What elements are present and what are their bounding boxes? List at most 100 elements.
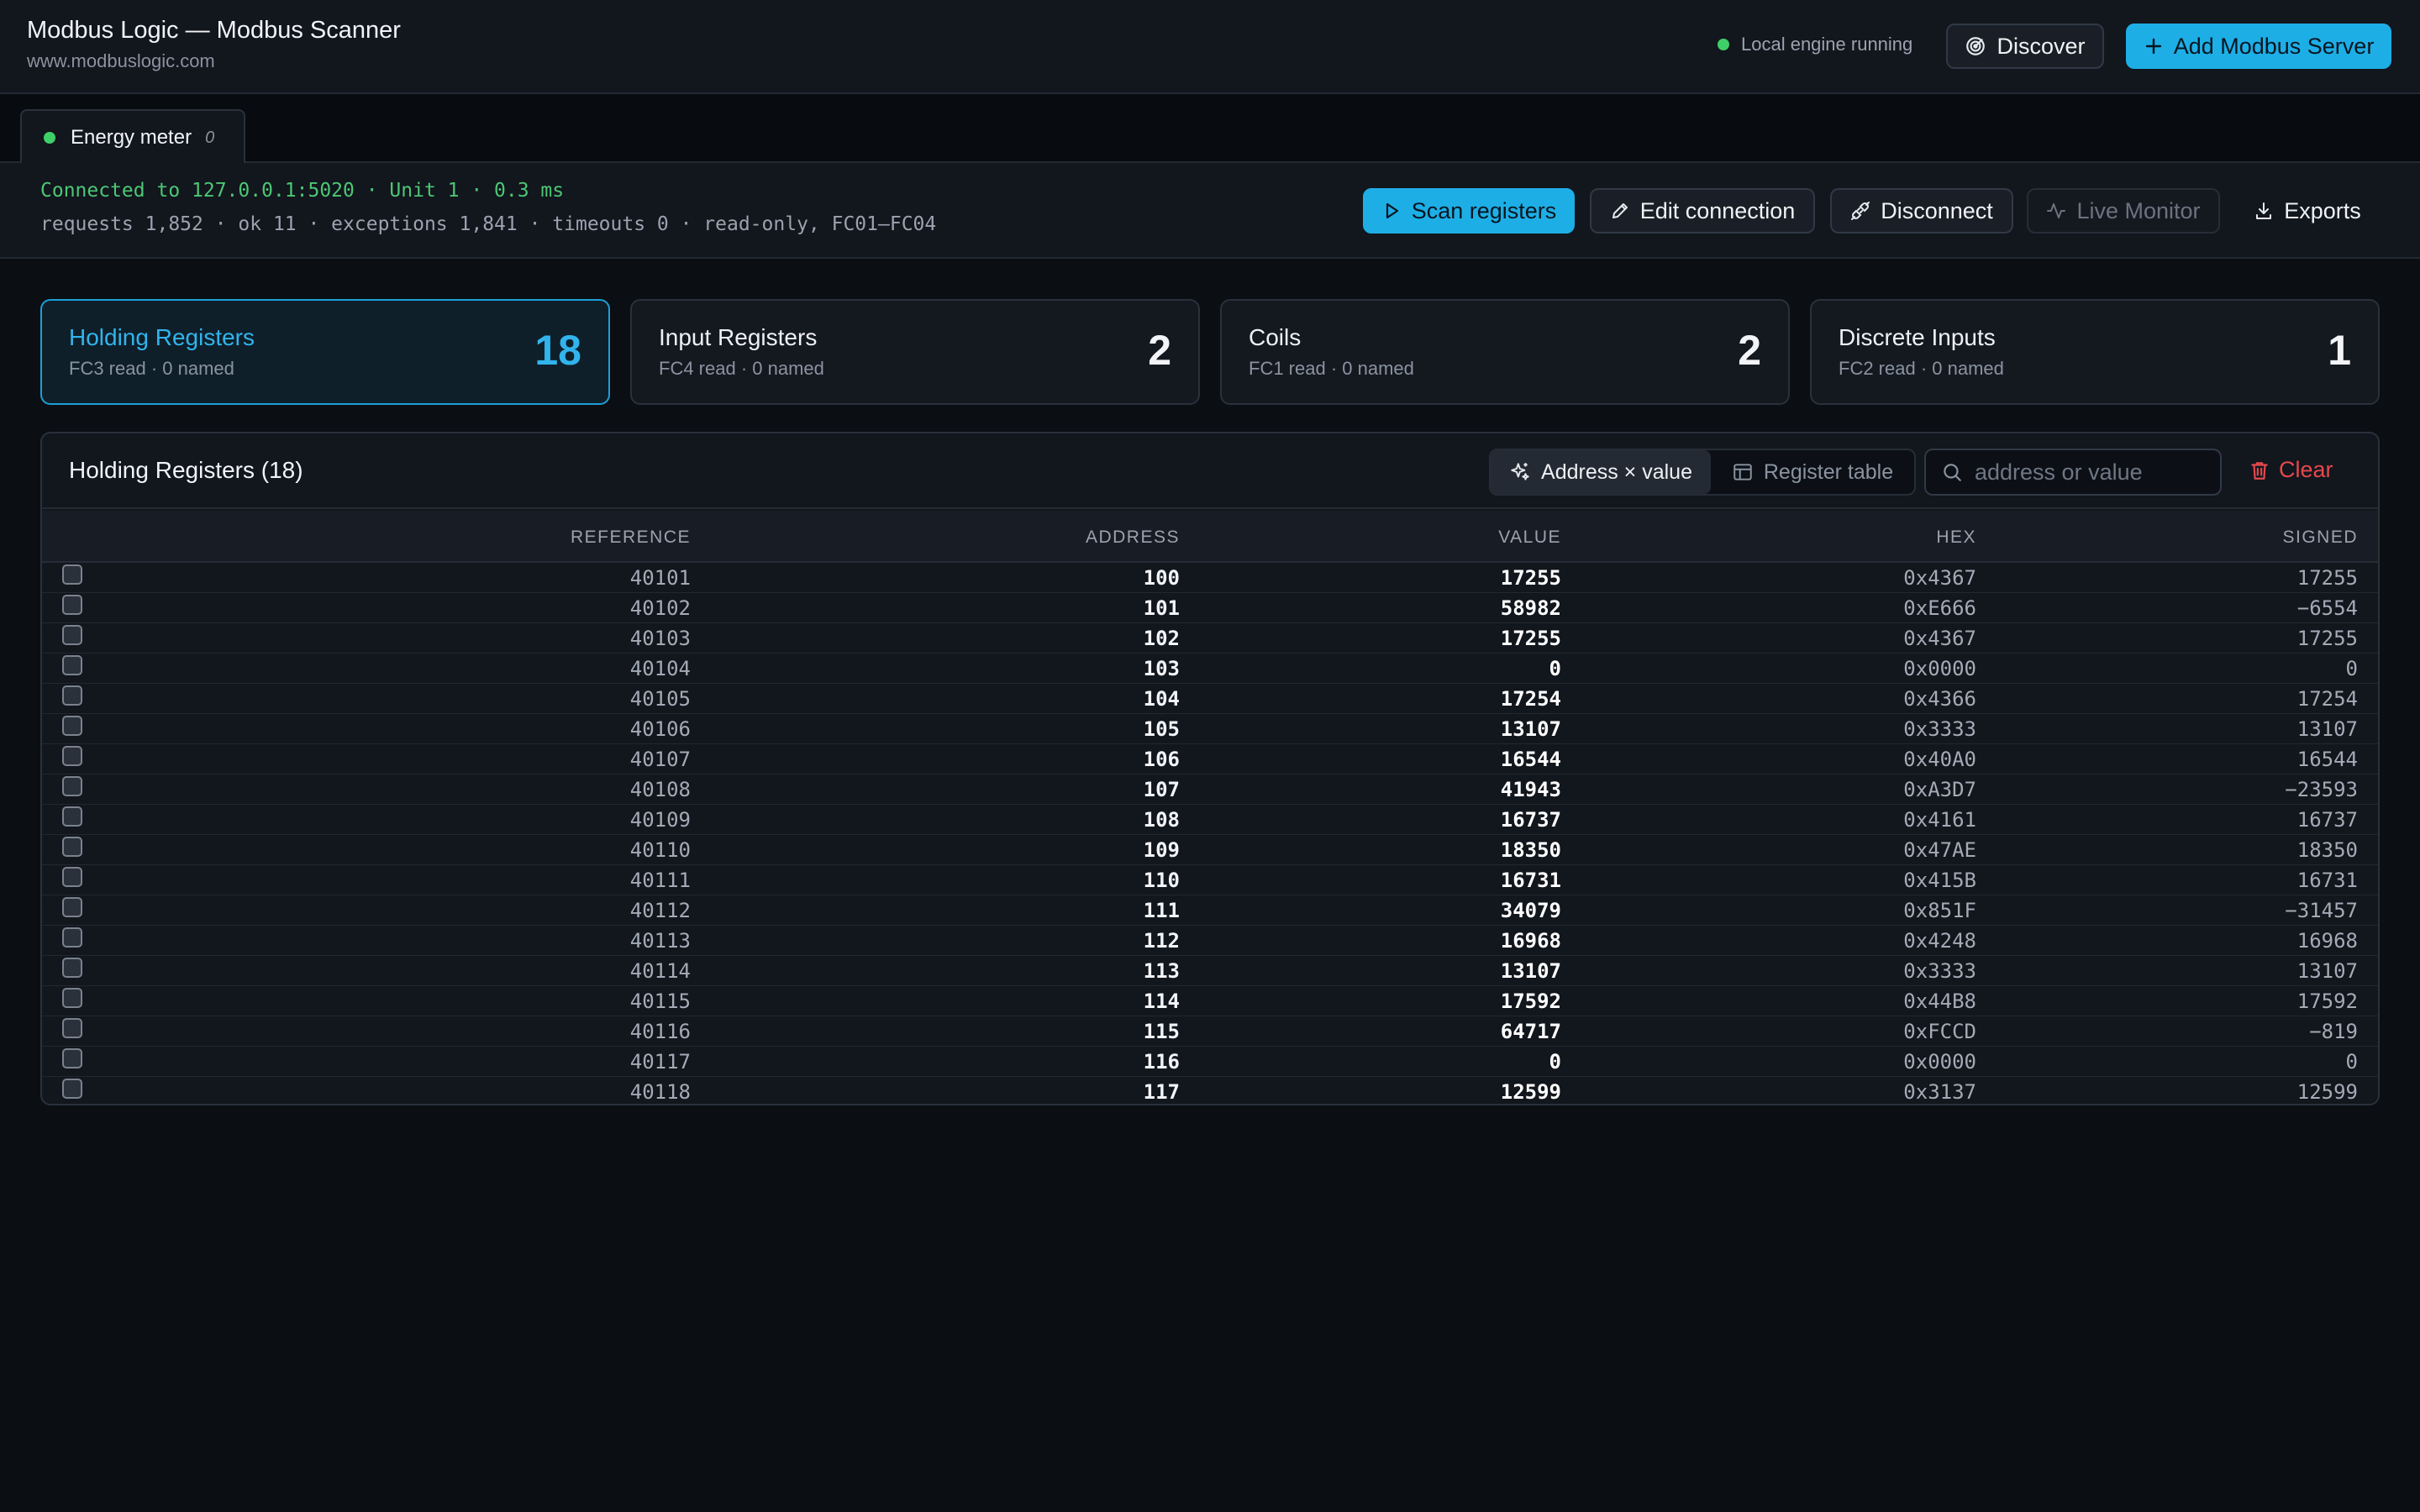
plus-icon: [2145, 38, 2161, 55]
row-checkbox[interactable]: [62, 958, 82, 978]
row-checkbox[interactable]: [62, 927, 82, 948]
row-checkbox[interactable]: [62, 595, 82, 615]
table-row[interactable]: 40107 106 16544 0x40A0 16544: [42, 744, 2378, 774]
discover-label: Discover: [1996, 33, 2086, 59]
add-modbus-server-button[interactable]: Add Modbus Server: [2126, 24, 2391, 69]
row-checkbox[interactable]: [62, 776, 82, 796]
row-checkbox[interactable]: [62, 625, 82, 645]
table-row[interactable]: 40118 117 12599 0x3137 12599: [42, 1077, 2378, 1104]
cell-reference: 40111: [629, 869, 691, 892]
table-row[interactable]: 40111 110 16731 0x415B 16731: [42, 865, 2378, 895]
table-row[interactable]: 40113 112 16968 0x4248 16968: [42, 926, 2378, 956]
exports-label: Exports: [2284, 197, 2361, 223]
card-count: 1: [2328, 327, 2351, 374]
table-row[interactable]: 40105 104 17254 0x4366 17254: [42, 684, 2378, 714]
address-value-view-label: Address × value: [1541, 459, 1692, 484]
edit-connection-button[interactable]: Edit connection: [1590, 188, 1815, 234]
cell-value: 17254: [1500, 687, 1561, 711]
table-row[interactable]: 40114 113 13107 0x3333 13107: [42, 956, 2378, 986]
row-checkbox[interactable]: [62, 685, 82, 706]
exports-button[interactable]: Exports: [2240, 188, 2375, 234]
cell-hex: 0x3137: [1903, 1080, 1976, 1104]
add-server-label: Add Modbus Server: [2173, 33, 2375, 59]
cell-address: 106: [1143, 748, 1180, 771]
cell-reference: 40104: [629, 657, 691, 680]
trash-icon: [2251, 461, 2268, 480]
card-coils[interactable]: Coils FC1 read · 0 named 2: [1220, 299, 1790, 405]
discover-button[interactable]: Discover: [1946, 24, 2104, 69]
cell-reference: 40106: [629, 717, 691, 741]
table-row[interactable]: 40104 103 0 0x0000 0: [42, 654, 2378, 684]
cell-hex: 0x4366: [1903, 687, 1976, 711]
cell-reference: 40115: [629, 990, 691, 1013]
row-checkbox[interactable]: [62, 988, 82, 1008]
card-holding-registers[interactable]: Holding Registers FC3 read · 0 named 18: [40, 299, 610, 405]
row-checkbox[interactable]: [62, 867, 82, 887]
table-row[interactable]: 40101 100 17255 0x4367 17255: [42, 563, 2378, 593]
cell-value: 17592: [1500, 990, 1561, 1013]
row-checkbox[interactable]: [62, 564, 82, 585]
table-row[interactable]: 40108 107 41943 0xA3D7 −23593: [42, 774, 2378, 805]
row-checkbox[interactable]: [62, 655, 82, 675]
column-header-value[interactable]: VALUE: [1498, 528, 1561, 548]
card-discrete-inputs[interactable]: Discrete Inputs FC2 read · 0 named 1: [1810, 299, 2380, 405]
register-table-view-button[interactable]: Register table: [1711, 450, 1914, 494]
tab-energy-meter[interactable]: Energy meter 0: [20, 109, 245, 165]
clear-button[interactable]: Clear: [2249, 457, 2333, 483]
cell-value: 41943: [1500, 778, 1561, 801]
cell-signed: 12599: [2296, 1080, 2358, 1104]
search-input[interactable]: [1975, 459, 2210, 486]
row-checkbox[interactable]: [62, 1018, 82, 1038]
card-title: Input Registers: [659, 324, 818, 350]
table-row[interactable]: 40102 101 58982 0xE666 −6554: [42, 593, 2378, 623]
card-subtitle: FC3 read · 0 named: [69, 358, 234, 379]
table-row[interactable]: 40112 111 34079 0x851F −31457: [42, 895, 2378, 926]
table-row[interactable]: 40115 114 17592 0x44B8 17592: [42, 986, 2378, 1016]
table-row[interactable]: 40116 115 64717 0xFCCD −819: [42, 1016, 2378, 1047]
cell-signed: 0: [2345, 1050, 2358, 1074]
connection-bar: Connected to 127.0.0.1:5020 · Unit 1 · 0…: [0, 163, 2420, 259]
cell-value: 64717: [1500, 1020, 1561, 1043]
cell-signed: 17255: [2296, 627, 2358, 650]
scan-registers-button[interactable]: Scan registers: [1363, 188, 1575, 234]
cell-hex: 0x4161: [1903, 808, 1976, 832]
disconnect-button[interactable]: Disconnect: [1830, 188, 2013, 234]
card-subtitle: FC2 read · 0 named: [1839, 358, 2004, 379]
column-header-address[interactable]: ADDRESS: [1086, 528, 1180, 548]
engine-status: Local engine running: [1718, 34, 1912, 55]
cell-reference: 40102: [629, 596, 691, 620]
row-checkbox[interactable]: [62, 806, 82, 827]
cell-reference: 40114: [629, 959, 691, 983]
cell-hex: 0x3333: [1903, 717, 1976, 741]
status-dot-icon: [1718, 39, 1729, 50]
live-monitor-button[interactable]: Live Monitor: [2027, 188, 2220, 234]
table-row[interactable]: 40106 105 13107 0x3333 13107: [42, 714, 2378, 744]
row-checkbox[interactable]: [62, 1079, 82, 1099]
column-header-signed[interactable]: SIGNED: [2282, 528, 2358, 548]
table-row[interactable]: 40103 102 17255 0x4367 17255: [42, 623, 2378, 654]
row-checkbox[interactable]: [62, 1048, 82, 1068]
tab-label: Energy meter: [71, 126, 192, 149]
row-checkbox[interactable]: [62, 897, 82, 917]
download-icon: [2256, 202, 2272, 219]
panel-header: Holding Registers (18) Address × value R…: [42, 433, 2378, 509]
row-checkbox[interactable]: [62, 716, 82, 736]
table-row[interactable]: 40110 109 18350 0x47AE 18350: [42, 835, 2378, 865]
cell-signed: −6554: [2296, 596, 2358, 620]
row-checkbox[interactable]: [62, 746, 82, 766]
row-checkbox[interactable]: [62, 837, 82, 857]
card-input-registers[interactable]: Input Registers FC4 read · 0 named 2: [630, 299, 1200, 405]
column-header-reference[interactable]: REFERENCE: [571, 528, 691, 548]
address-value-view-button[interactable]: Address × value: [1491, 450, 1711, 494]
cell-reference: 40118: [629, 1080, 691, 1104]
cell-hex: 0x3333: [1903, 959, 1976, 983]
unplug-icon: [1851, 202, 1870, 220]
table-row[interactable]: 40109 108 16737 0x4161 16737: [42, 805, 2378, 835]
cell-signed: 13107: [2296, 959, 2358, 983]
cell-signed: 16968: [2296, 929, 2358, 953]
card-count: 2: [1148, 327, 1171, 374]
column-header-hex[interactable]: HEX: [1936, 528, 1976, 548]
table-row[interactable]: 40117 116 0 0x0000 0: [42, 1047, 2378, 1077]
cell-reference: 40101: [629, 566, 691, 590]
tab-status-dot-icon: [44, 132, 55, 144]
